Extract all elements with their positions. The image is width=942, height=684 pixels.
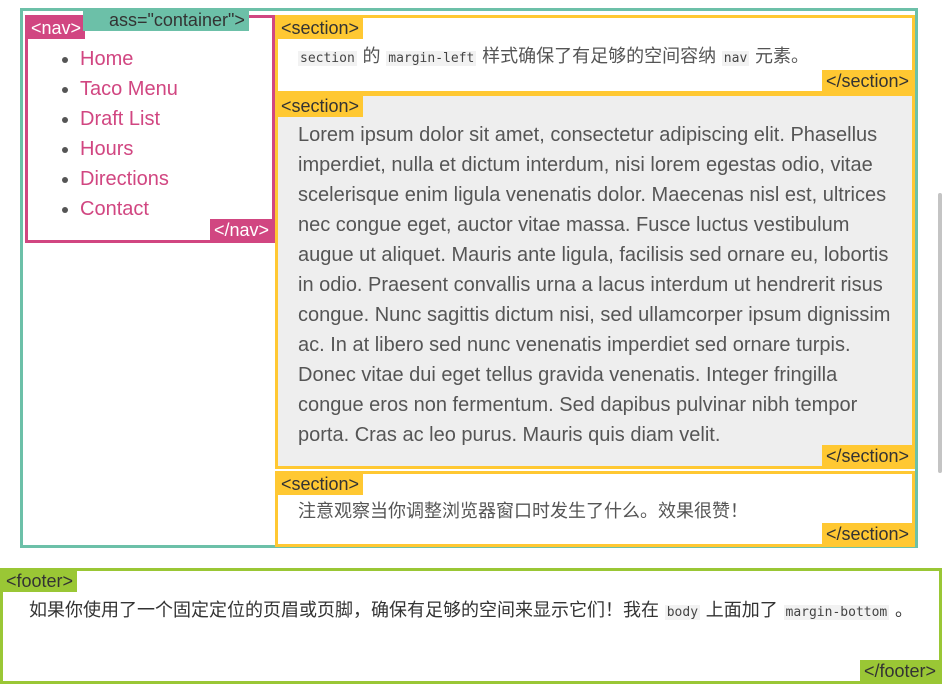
section-3-close-tag: </section> [821, 523, 913, 545]
footer-text-part1: 如果你使用了一个固定定位的页眉或页脚，确保有足够的空间来显示它们！我在 [29, 600, 665, 621]
section-2-close-tag: </section> [821, 445, 913, 467]
section-1-code-section: section [298, 51, 357, 66]
section-1-text: section 的 margin-left 样式确保了有足够的空间容纳 nav … [298, 42, 898, 74]
footer: <footer> 如果你使用了一个固定定位的页眉或页脚，确保有足够的空间来显示它… [0, 568, 942, 684]
nav-link-draft-list[interactable]: Draft List [80, 108, 160, 130]
footer-open-tag: <footer> [2, 570, 78, 592]
nav-link-hours[interactable]: Hours [80, 138, 133, 160]
section-2-text: Lorem ipsum dolor sit amet, consectetur … [298, 124, 891, 446]
section-1-open-tag: <section> [277, 17, 364, 39]
nav-link-taco-menu[interactable]: Taco Menu [80, 78, 178, 100]
section-3-text: 注意观察当你调整浏览器窗口时发生了什么。效果很赞！ [298, 501, 748, 522]
scrollbar-thumb[interactable] [938, 193, 942, 473]
section-1-code-nav: nav [721, 51, 750, 66]
footer-code-body: body [664, 605, 701, 620]
section-1-text-part2: 样式确保了有足够的空间容纳 [476, 46, 722, 67]
nav-link-directions[interactable]: Directions [80, 168, 169, 190]
section-2-open-tag: <section> [277, 95, 364, 117]
container-tag-label: ass="container"> [83, 9, 249, 31]
nav-item-home[interactable]: Home [80, 44, 178, 74]
section-1-code-margin-left: margin-left [386, 51, 477, 66]
nav-item-directions[interactable]: Directions [80, 164, 178, 194]
footer-code-margin-bottom: margin-bottom [783, 605, 890, 620]
footer-close-tag: </footer> [859, 660, 940, 682]
footer-text-part3: 。 [889, 600, 913, 621]
section-1-text-part3: 元素。 [749, 46, 810, 67]
nav: <nav> Home Taco Menu Draft List Hours Di… [25, 15, 275, 243]
section-1-close-tag: </section> [821, 70, 913, 92]
nav-link-home[interactable]: Home [80, 48, 133, 70]
section-1: <section> section 的 margin-left 样式确保了有足够… [275, 15, 915, 94]
footer-text-part2: 上面加了 [700, 600, 784, 621]
nav-item-hours[interactable]: Hours [80, 134, 178, 164]
nav-item-draft-list[interactable]: Draft List [80, 104, 178, 134]
section-1-text-part1: 的 [356, 46, 387, 67]
nav-list: Home Taco Menu Draft List Hours Directio… [28, 44, 178, 224]
nav-close-tag: </nav> [209, 219, 273, 241]
nav-item-contact[interactable]: Contact [80, 194, 178, 224]
nav-link-contact[interactable]: Contact [80, 198, 149, 220]
section-3: <section> 注意观察当你调整浏览器窗口时发生了什么。效果很赞！ </se… [275, 471, 915, 547]
nav-open-tag: <nav> [27, 17, 86, 39]
footer-text: 如果你使用了一个固定定位的页眉或页脚，确保有足够的空间来显示它们！我在 body… [23, 595, 919, 629]
nav-item-taco-menu[interactable]: Taco Menu [80, 74, 178, 104]
section-3-open-tag: <section> [277, 473, 364, 495]
container: ass="container"> <nav> Home Taco Menu Dr… [20, 8, 918, 548]
section-2: <section> Lorem ipsum dolor sit amet, co… [275, 93, 915, 469]
